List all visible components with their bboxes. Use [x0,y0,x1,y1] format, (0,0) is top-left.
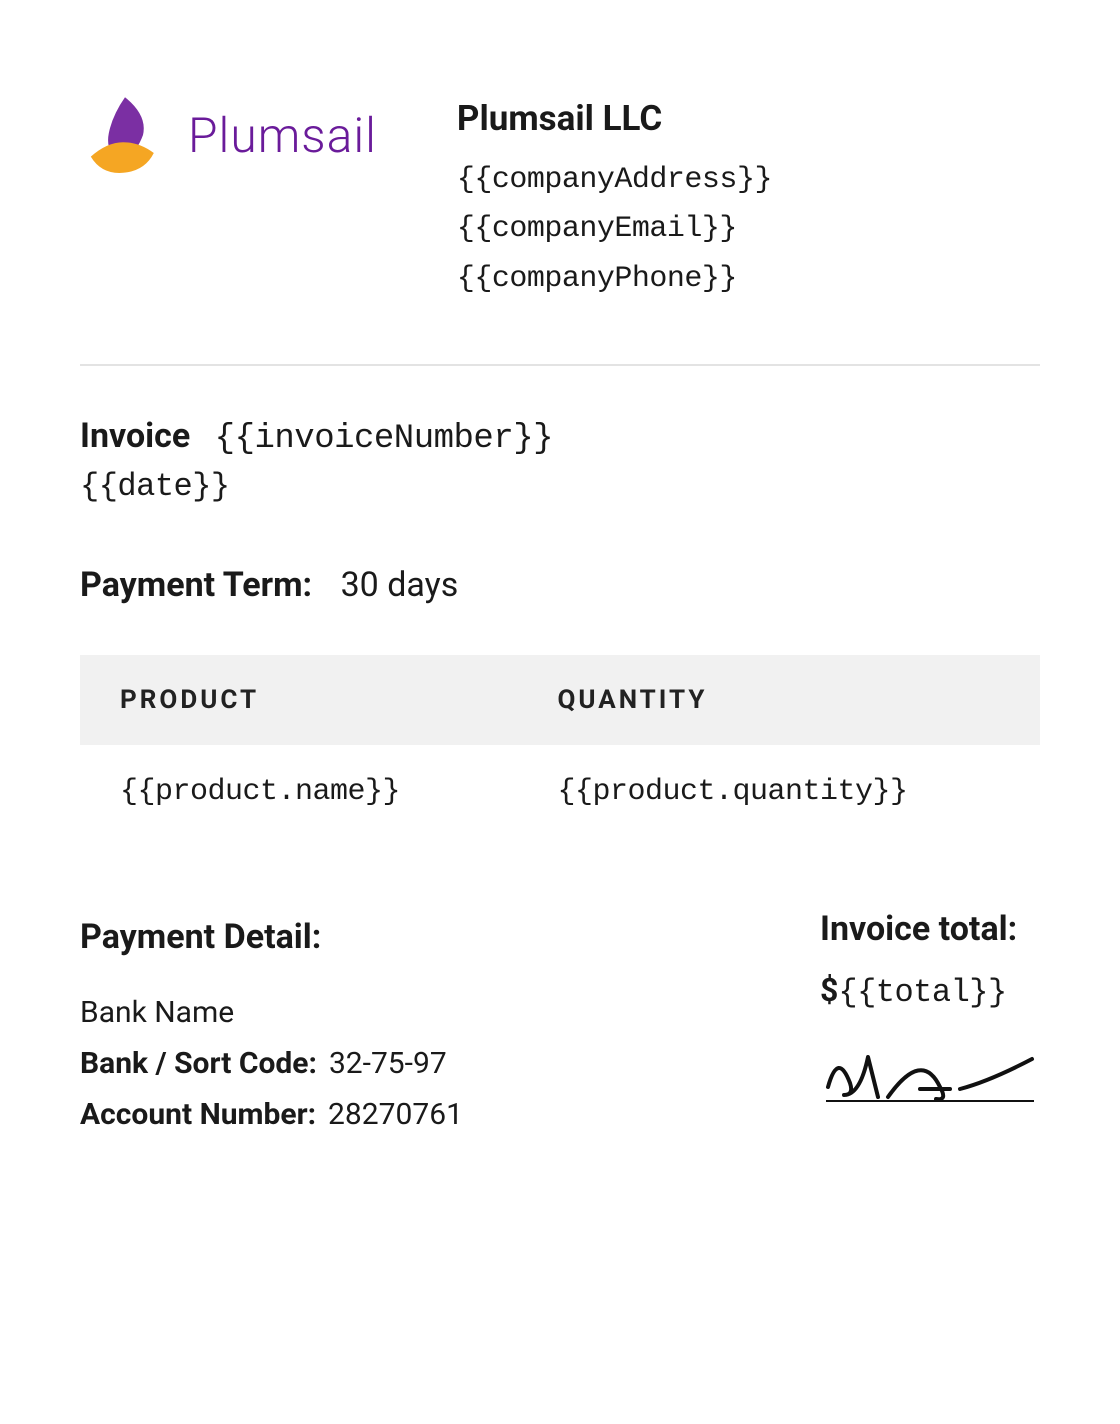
company-name: Plumsail LLC [457,90,772,148]
document-header: Plumsail Plumsail LLC {{companyAddress}}… [80,90,1040,304]
invoice-line: Invoice {{invoiceNumber}} [80,416,1040,458]
invoice-date: {{date}} [80,468,1040,505]
total-value: {{total}} [838,974,1006,1011]
plumsail-logo-icon [80,90,170,180]
table-row: {{product.name}} {{product.quantity}} [80,745,1040,839]
company-email: {{companyEmail}} [457,205,772,255]
cell-product: {{product.name}} [80,745,517,839]
sort-code-value: 32-75-97 [329,1046,447,1081]
table-header-row: PRODUCT QUANTITY [80,655,1040,745]
company-phone: {{companyPhone}} [457,255,772,305]
logo-text: Plumsail [188,107,377,164]
invoice-total: Invoice total: ${{total}} [820,909,1040,1117]
currency-symbol: $ [820,971,838,1009]
sort-code-label: Bank / Sort Code: [80,1046,317,1081]
account-label: Account Number: [80,1097,316,1132]
account-row: Account Number: 28270761 [80,1089,463,1140]
payment-detail: Payment Detail: Bank Name Bank / Sort Co… [80,909,463,1140]
invoice-label: Invoice [80,416,190,456]
logo: Plumsail [80,90,377,180]
payment-heading: Payment Detail: [80,909,463,967]
account-value: 28270761 [328,1097,463,1132]
bank-name: Bank Name [80,987,463,1038]
sort-code-row: Bank / Sort Code: 32-75-97 [80,1038,463,1089]
items-table: PRODUCT QUANTITY {{product.name}} {{prod… [80,655,1040,839]
invoice-number: {{invoiceNumber}} [215,420,553,458]
payment-term: Payment Term: 30 days [80,565,1040,605]
divider [80,364,1040,366]
col-product: PRODUCT [80,655,517,745]
payment-term-value: 30 days [341,565,459,605]
signature-icon [820,1039,1040,1109]
total-heading: Invoice total: [820,909,1040,949]
payment-term-label: Payment Term: [80,565,312,605]
total-amount: ${{total}} [820,971,1040,1011]
document-footer: Payment Detail: Bank Name Bank / Sort Co… [80,909,1040,1140]
company-block: Plumsail LLC {{companyAddress}} {{compan… [457,90,772,304]
col-quantity: QUANTITY [517,655,1040,745]
company-address: {{companyAddress}} [457,156,772,206]
cell-quantity: {{product.quantity}} [517,745,1040,839]
